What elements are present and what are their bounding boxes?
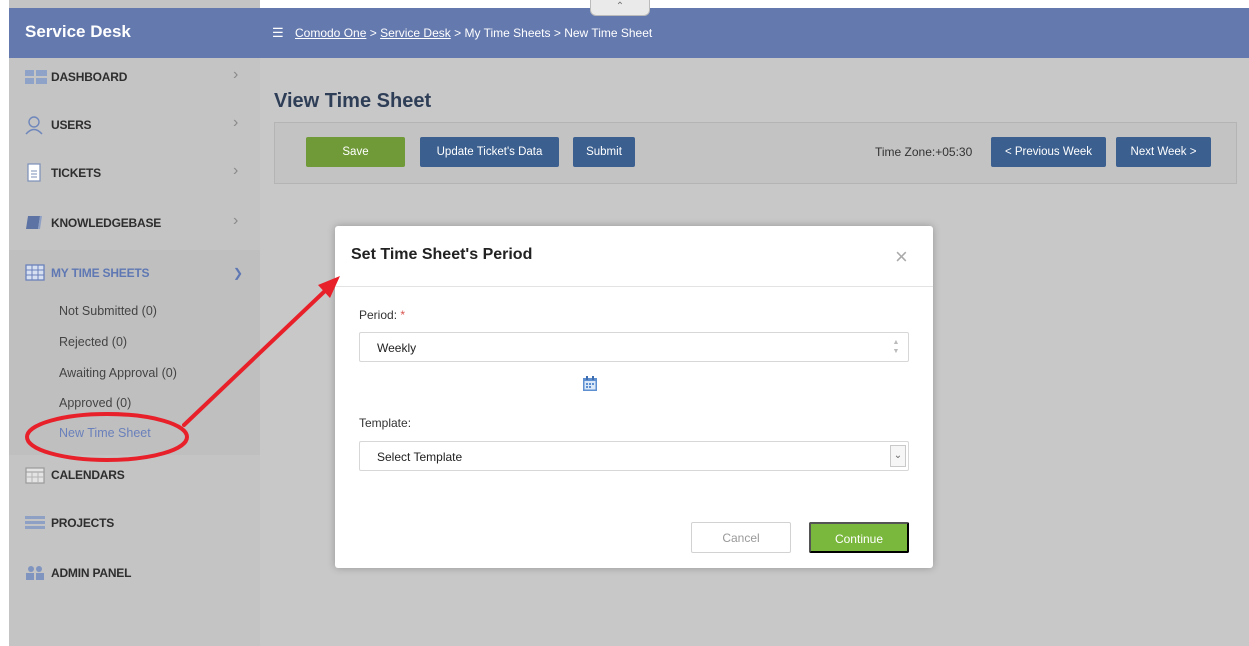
sidebar-title: Service Desk xyxy=(25,22,131,41)
sidebar-item-my-time-sheets[interactable]: MY TIME SHEETS ❯ xyxy=(9,254,260,294)
continue-button[interactable]: Continue xyxy=(809,522,909,553)
period-select[interactable]: Weekly ▲ ▼ xyxy=(359,332,909,362)
breadcrumb: ☰ Comodo One > Service Desk > My Time Sh… xyxy=(272,25,652,41)
subnav-approved[interactable]: Approved (0) xyxy=(59,396,131,410)
admin-icon xyxy=(26,566,44,580)
book-icon xyxy=(26,216,42,229)
next-week-button[interactable]: Next Week > xyxy=(1116,137,1211,167)
sidebar-item-projects[interactable]: PROJECTS xyxy=(9,504,260,544)
top-bar: ⌃ ☰ Comodo One > Service Desk > My Time … xyxy=(260,0,1249,58)
template-label: Template: xyxy=(359,416,412,430)
projects-icon xyxy=(25,516,45,529)
chevron-right-icon: › xyxy=(233,162,239,179)
breadcrumb-link-service-desk[interactable]: Service Desk xyxy=(380,26,451,40)
user-icon xyxy=(25,116,43,135)
sidebar-header: Service Desk xyxy=(9,8,260,58)
collapse-toggle[interactable]: ⌃ xyxy=(590,0,650,16)
cancel-button[interactable]: Cancel xyxy=(691,522,791,553)
sidebar-item-label: KNOWLEDGEBASE xyxy=(51,216,162,230)
previous-week-button[interactable]: < Previous Week xyxy=(991,137,1106,167)
edge-strip xyxy=(0,0,9,646)
subnav-new-time-sheet[interactable]: New Time Sheet xyxy=(59,426,151,440)
save-button[interactable]: Save xyxy=(306,137,405,167)
sidebar-item-calendars[interactable]: CALENDARS xyxy=(9,456,260,496)
sidebar-item-label: PROJECTS xyxy=(51,516,115,530)
calendar-icon xyxy=(25,467,45,484)
sidebar-item-admin-panel[interactable]: ADMIN PANEL xyxy=(9,554,260,594)
close-icon[interactable]: × xyxy=(895,244,908,270)
sidebar-item-dashboard[interactable]: DASHBOARD › xyxy=(9,58,260,98)
period-value: Weekly xyxy=(377,341,417,355)
chevron-right-icon: › xyxy=(233,212,239,229)
timezone-label: Time Zone:+05:30 xyxy=(875,145,973,159)
updown-icon[interactable]: ▲ ▼ xyxy=(890,338,902,358)
sidebar-item-knowledgebase[interactable]: KNOWLEDGEBASE › xyxy=(9,204,260,244)
breadcrumb-my-time-sheets: My Time Sheets xyxy=(464,26,551,40)
breadcrumb-separator: > xyxy=(454,26,462,40)
sidebar-item-users[interactable]: USERS › xyxy=(9,106,260,146)
chevron-down-icon: ❯ xyxy=(233,266,244,280)
calendar-icon[interactable] xyxy=(583,376,597,391)
chevron-right-icon: › xyxy=(233,66,239,83)
chevron-down-icon[interactable]: ⌄ xyxy=(890,445,906,467)
table-icon xyxy=(25,264,45,281)
breadcrumb-link-comodo-one[interactable]: Comodo One xyxy=(295,26,366,40)
update-tickets-data-button[interactable]: Update Ticket's Data xyxy=(420,137,559,167)
chevron-right-icon: › xyxy=(233,114,239,131)
template-select[interactable]: Select Template ⌄ xyxy=(359,441,909,471)
toolbar: Save Update Ticket's Data Submit Time Zo… xyxy=(274,122,1237,184)
breadcrumb-separator: > xyxy=(553,26,561,40)
template-value: Select Template xyxy=(377,450,463,464)
breadcrumb-current: New Time Sheet xyxy=(564,26,653,40)
sidebar: Service Desk DASHBOARD › USERS › TICKETS… xyxy=(9,0,260,646)
dialog-title: Set Time Sheet's Period xyxy=(351,246,533,263)
required-marker: * xyxy=(400,308,406,322)
dashboard-icon xyxy=(25,70,47,84)
subnav-awaiting-approval[interactable]: Awaiting Approval (0) xyxy=(59,366,177,380)
subnav-rejected[interactable]: Rejected (0) xyxy=(59,335,127,349)
sidebar-item-label: TICKETS xyxy=(51,166,101,180)
period-label-text: Period: xyxy=(359,308,398,322)
dialog-header: Set Time Sheet's Period × xyxy=(335,226,933,287)
ticket-icon xyxy=(27,163,41,182)
sidebar-item-label: ADMIN PANEL xyxy=(51,566,132,580)
period-label: Period: * xyxy=(359,308,405,322)
page-title: View Time Sheet xyxy=(274,90,432,112)
sidebar-item-label: USERS xyxy=(51,118,92,132)
sidebar-item-tickets[interactable]: TICKETS › xyxy=(9,154,260,194)
breadcrumb-separator: > xyxy=(369,26,377,40)
sidebar-item-label: CALENDARS xyxy=(51,468,125,482)
submit-button[interactable]: Submit xyxy=(573,137,635,167)
set-period-dialog: Set Time Sheet's Period × Period: * Week… xyxy=(335,226,933,568)
hamburger-icon[interactable]: ☰ xyxy=(272,25,284,40)
sidebar-item-label: DASHBOARD xyxy=(51,70,128,84)
sidebar-item-label: MY TIME SHEETS xyxy=(51,266,150,280)
subnav-not-submitted[interactable]: Not Submitted (0) xyxy=(59,304,157,318)
